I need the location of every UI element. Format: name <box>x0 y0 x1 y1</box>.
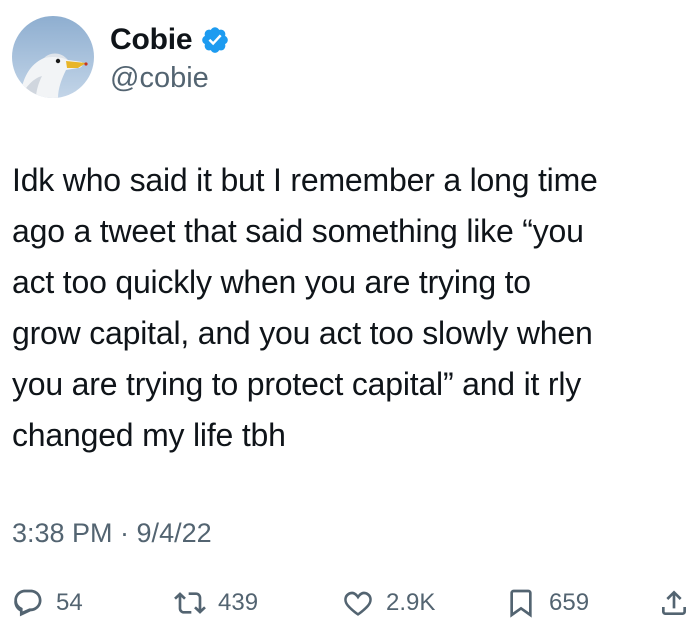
author-name-row: Cobie <box>110 20 230 60</box>
heart-icon <box>342 587 374 619</box>
bookmark-icon <box>505 587 537 619</box>
retweet-button[interactable]: 439 <box>174 585 258 621</box>
reply-button[interactable]: 54 <box>12 585 83 621</box>
share-icon <box>658 587 690 619</box>
retweet-icon <box>174 587 206 619</box>
seagull-avatar-image <box>12 16 94 98</box>
reply-count: 54 <box>56 589 83 616</box>
reply-icon <box>12 587 44 619</box>
bookmark-count: 659 <box>549 589 590 616</box>
action-bar: 54 439 2.9K 659 <box>12 585 692 621</box>
tweet-card: Cobie @cobie Idk who said it but I remem… <box>0 0 697 622</box>
share-button[interactable] <box>658 585 690 621</box>
like-button[interactable]: 2.9K <box>342 585 435 621</box>
tweet-timestamp[interactable]: 3:38 PM · 9/4/22 <box>12 518 212 549</box>
author-handle[interactable]: @cobie <box>110 62 209 95</box>
avatar[interactable] <box>12 16 94 98</box>
tweet-text: Idk who said it but I remember a long ti… <box>12 162 598 453</box>
author-display-name[interactable]: Cobie <box>110 23 193 57</box>
verified-badge-icon[interactable] <box>200 25 230 55</box>
bookmark-button[interactable]: 659 <box>505 585 589 621</box>
like-count: 2.9K <box>386 589 436 616</box>
retweet-count: 439 <box>218 589 259 616</box>
